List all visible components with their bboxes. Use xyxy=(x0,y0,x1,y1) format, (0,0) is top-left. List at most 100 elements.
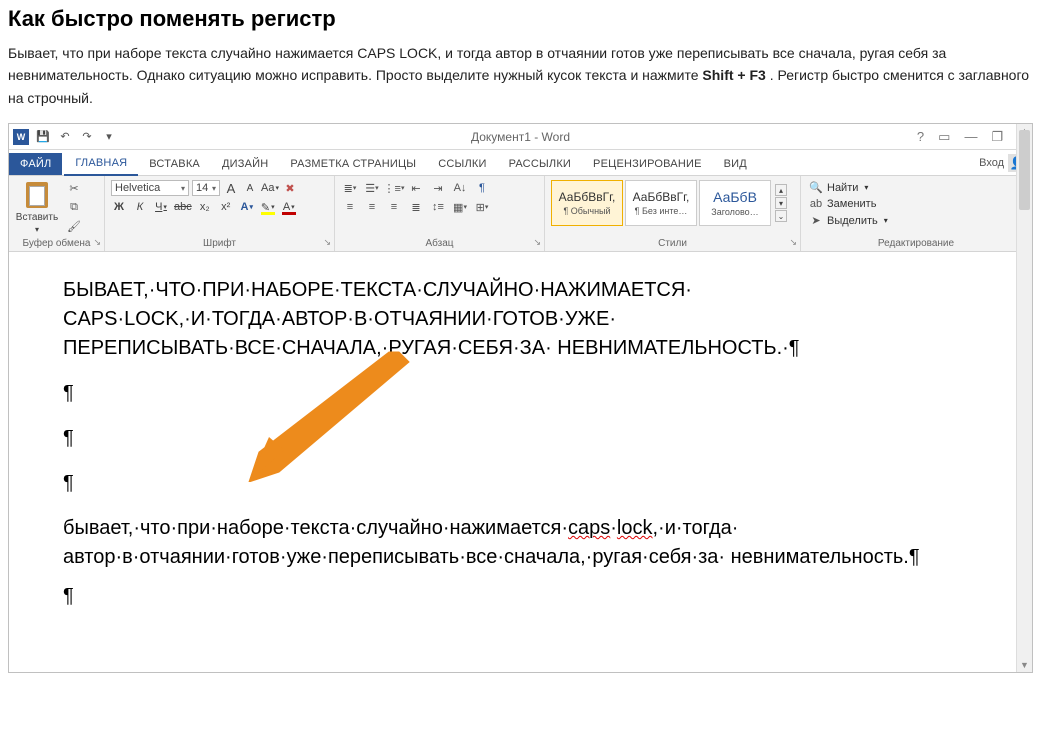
italic-button[interactable]: К xyxy=(132,199,148,215)
vertical-scrollbar[interactable]: ▲ ▼ xyxy=(1016,124,1032,672)
help-button[interactable]: ? xyxy=(917,129,924,144)
group-font: Helvetica▾ 14▾ A A Aa▾ ✖ Ж К Ч▾ abc x₂ x… xyxy=(105,176,335,251)
arrow-annotation-icon xyxy=(239,342,419,482)
line-spacing-button[interactable]: ↕≡ xyxy=(429,199,447,215)
style-normal[interactable]: АаБбВвГг, ¶ Обычный xyxy=(551,180,623,226)
show-marks-button[interactable]: ¶ xyxy=(473,180,491,196)
clipboard-launcher-icon[interactable]: ↘ xyxy=(93,237,101,248)
underline-button[interactable]: Ч▾ xyxy=(153,199,169,215)
doc-paragraph-lower: бывает,·что·при·наборе·текста·случайно·н… xyxy=(63,514,982,572)
style-nospace[interactable]: АаБбВвГг, ¶ Без инте… xyxy=(625,180,697,226)
align-left-button[interactable]: ≡ xyxy=(341,199,359,215)
cursor-icon: ➤ xyxy=(809,214,823,227)
tab-design[interactable]: ДИЗАЙН xyxy=(211,153,279,175)
borders-button[interactable]: ⊞▾ xyxy=(473,199,491,215)
find-button[interactable]: 🔍Найти▾ xyxy=(807,180,1025,195)
group-editing-label: Редактирование xyxy=(807,237,1025,249)
strike-button[interactable]: abc xyxy=(174,199,192,215)
paste-icon xyxy=(23,182,51,210)
document-area[interactable]: БЫВАЕТ,·ЧТО·ПРИ·НАБОРЕ·ТЕКСТА·СЛУЧАЙНО·Н… xyxy=(9,252,1032,672)
styles-up-icon[interactable]: ▴ xyxy=(775,184,787,196)
tab-home[interactable]: ГЛАВНАЯ xyxy=(64,152,138,176)
group-styles-label: Стили xyxy=(551,237,794,249)
tab-review[interactable]: РЕЦЕНЗИРОВАНИЕ xyxy=(582,153,713,175)
copy-button[interactable]: ⧉ xyxy=(65,199,83,215)
font-name-combo[interactable]: Helvetica▾ xyxy=(111,180,189,196)
font-color-button[interactable]: A▾ xyxy=(281,199,297,215)
spell-error-lock[interactable]: lock xyxy=(617,517,653,539)
format-painter-button[interactable]: 🖌 xyxy=(65,218,83,234)
multilevel-button[interactable]: ⋮≡▾ xyxy=(385,180,403,196)
style-heading1[interactable]: АаБбВ Заголово… xyxy=(699,180,771,226)
article-intro: Бывает, что при наборе текста случайно н… xyxy=(0,42,1041,123)
word-window: W 💾 ↶ ↷ ▾ Документ1 - Word ? ▭ — ❐ ✕ ФАЙ… xyxy=(8,123,1033,673)
styles-down-icon[interactable]: ▾ xyxy=(775,197,787,209)
shading-button[interactable]: ▦▾ xyxy=(451,199,469,215)
grow-font-button[interactable]: A xyxy=(223,180,239,196)
paste-button[interactable]: Вставить ▾ xyxy=(15,180,59,234)
justify-button[interactable]: ≣ xyxy=(407,199,425,215)
undo-button[interactable]: ↶ xyxy=(57,129,73,145)
shrink-font-button[interactable]: A xyxy=(242,180,258,196)
paragraph-launcher-icon[interactable]: ↘ xyxy=(533,237,541,248)
font-size-combo[interactable]: 14▾ xyxy=(192,180,220,196)
titlebar: W 💾 ↶ ↷ ▾ Документ1 - Word ? ▭ — ❐ ✕ xyxy=(9,124,1032,150)
styles-expand-icon[interactable]: ⌄ xyxy=(775,210,787,222)
doc-pilcrow-3: ¶ xyxy=(63,469,982,498)
styles-more[interactable]: ▴ ▾ ⌄ xyxy=(775,184,787,222)
select-button[interactable]: ➤Выделить▾ xyxy=(807,213,1025,228)
replace-icon: ab xyxy=(809,198,823,210)
group-styles: АаБбВвГг, ¶ Обычный АаБбВвГг, ¶ Без инте… xyxy=(545,176,801,251)
save-button[interactable]: 💾 xyxy=(35,129,51,145)
tab-mailings[interactable]: РАССЫЛКИ xyxy=(498,153,582,175)
ribbon-tabs: ФАЙЛ ГЛАВНАЯ ВСТАВКА ДИЗАЙН РАЗМЕТКА СТР… xyxy=(9,150,1032,176)
replace-button[interactable]: abЗаменить xyxy=(807,197,1025,211)
sort-button[interactable]: A↓ xyxy=(451,180,469,196)
decrease-indent-button[interactable]: ⇤ xyxy=(407,180,425,196)
change-case-button[interactable]: Aa▾ xyxy=(261,180,279,196)
doc-paragraph-upper: БЫВАЕТ,·ЧТО·ПРИ·НАБОРЕ·ТЕКСТА·СЛУЧАЙНО·Н… xyxy=(63,276,982,363)
styles-launcher-icon[interactable]: ↘ xyxy=(789,237,797,248)
document-title: Документ1 - Word xyxy=(471,130,570,144)
tab-file[interactable]: ФАЙЛ xyxy=(9,153,62,175)
increase-indent-button[interactable]: ⇥ xyxy=(429,180,447,196)
scrollbar-thumb[interactable] xyxy=(1019,130,1030,210)
group-font-label: Шрифт xyxy=(111,237,328,249)
font-launcher-icon[interactable]: ↘ xyxy=(323,237,331,248)
numbering-button[interactable]: ☰▾ xyxy=(363,180,381,196)
text-effects-button[interactable]: A▾ xyxy=(239,199,255,215)
bullets-button[interactable]: ≣▾ xyxy=(341,180,359,196)
subscript-button[interactable]: x₂ xyxy=(197,199,213,215)
bold-button[interactable]: Ж xyxy=(111,199,127,215)
group-clipboard-label: Буфер обмена xyxy=(15,237,98,249)
group-clipboard: Вставить ▾ ✂ ⧉ 🖌 Буфер обмена ↘ xyxy=(9,176,105,251)
cut-button[interactable]: ✂ xyxy=(65,180,83,196)
paste-label: Вставить xyxy=(16,212,58,223)
minimize-button[interactable]: — xyxy=(964,129,977,144)
tab-layout[interactable]: РАЗМЕТКА СТРАНИЦЫ xyxy=(279,153,427,175)
group-editing: 🔍Найти▾ abЗаменить ➤Выделить▾ Редактиров… xyxy=(801,176,1032,251)
doc-pilcrow-4: ¶ xyxy=(63,582,982,611)
group-paragraph: ≣▾ ☰▾ ⋮≡▾ ⇤ ⇥ A↓ ¶ ≡ ≡ ≡ ≣ ↕≡ ▦▾ ⊞▾ xyxy=(335,176,545,251)
scroll-down-icon[interactable]: ▼ xyxy=(1017,658,1032,672)
article-title: Как быстро поменять регистр xyxy=(0,0,1041,42)
quick-access-toolbar: 💾 ↶ ↷ ▾ xyxy=(35,129,117,145)
tab-insert[interactable]: ВСТАВКА xyxy=(138,153,211,175)
tab-references[interactable]: ССЫЛКИ xyxy=(427,153,497,175)
ribbon-display-button[interactable]: ▭ xyxy=(938,129,950,145)
clear-formatting-button[interactable]: ✖ xyxy=(282,180,298,196)
app-icon[interactable]: W xyxy=(13,129,29,145)
search-icon: 🔍 xyxy=(809,181,823,194)
highlight-button[interactable]: ✎▾ xyxy=(260,199,276,215)
group-paragraph-label: Абзац xyxy=(341,237,538,249)
align-center-button[interactable]: ≡ xyxy=(363,199,381,215)
tab-view[interactable]: ВИД xyxy=(713,153,758,175)
align-right-button[interactable]: ≡ xyxy=(385,199,403,215)
qat-more-icon[interactable]: ▾ xyxy=(101,129,117,145)
restore-button[interactable]: ❐ xyxy=(991,129,1003,145)
doc-pilcrow-2: ¶ xyxy=(63,424,982,453)
superscript-button[interactable]: x² xyxy=(218,199,234,215)
spell-error-caps[interactable]: caps xyxy=(568,517,610,539)
redo-button[interactable]: ↷ xyxy=(79,129,95,145)
doc-pilcrow-1: ¶ xyxy=(63,379,982,408)
